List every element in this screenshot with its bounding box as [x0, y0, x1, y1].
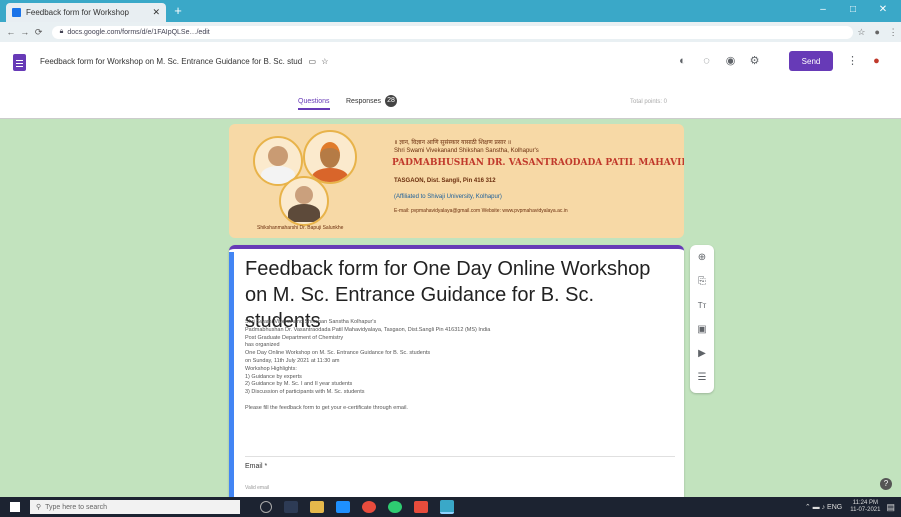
customize-theme-icon[interactable]: ◐: [676, 55, 689, 68]
clock-date: 11-07-2021: [850, 507, 881, 513]
responses-count-badge: 28: [385, 95, 397, 107]
tray-icons[interactable]: ⌃ ▬ ♪ ENG: [805, 503, 842, 511]
folder-icon[interactable]: ▭: [308, 57, 316, 66]
taskbar-search-box[interactable]: ⚲ Type here to search: [30, 500, 240, 514]
browser-taskbar-icon[interactable]: [440, 500, 454, 514]
google-forms-icon[interactable]: [13, 54, 26, 71]
minimize-button[interactable]: –: [815, 3, 831, 17]
browser-tab-bar: Feedback form for Workshop ✕ + – □ ✕: [0, 0, 901, 22]
star-icon[interactable]: ☆: [853, 27, 869, 38]
app-icon-green[interactable]: [388, 501, 402, 513]
portrait-medallion-right: [303, 130, 357, 184]
tab-questions[interactable]: Questions: [298, 98, 330, 110]
banner-line1: ॥ ज्ञान, विज्ञान आणि सुसंस्कार यासाठी शि…: [394, 140, 512, 146]
form-doc-title[interactable]: Feedback form for Workshop on M. Sc. Ent…: [40, 57, 328, 66]
send-button[interactable]: Send: [789, 51, 833, 71]
profile-icon[interactable]: ●: [869, 27, 885, 37]
form-description[interactable]: Shri Swami Vivekanand Shikshan Sanstha K…: [245, 319, 675, 413]
add-section-icon[interactable]: ☰: [695, 371, 709, 385]
windows-start-icon[interactable]: [10, 502, 20, 512]
new-tab-button[interactable]: +: [170, 4, 186, 18]
maximize-button[interactable]: □: [845, 3, 861, 17]
import-questions-icon[interactable]: ⎘: [695, 275, 709, 289]
banner-line3: TASGAON, Dist. Sangli, Pin 416 312: [394, 178, 496, 184]
banner-founder: Shikshanmaharshi Dr. Bapuji Salunkhe: [257, 225, 344, 231]
browser-tab[interactable]: Feedback form for Workshop ✕: [6, 3, 166, 22]
preview-eye-icon[interactable]: ◉: [724, 55, 737, 68]
add-question-icon[interactable]: ⊕: [695, 251, 709, 265]
account-avatar[interactable]: ●: [870, 55, 883, 68]
task-view-icon[interactable]: [284, 501, 298, 513]
file-explorer-icon[interactable]: [310, 501, 324, 513]
address-bar[interactable]: 🔒︎ docs.google.com/forms/d/e/1FAIpQLSe…/…: [51, 25, 854, 39]
palette-icon[interactable]: ◌: [700, 55, 713, 68]
forms-favicon-icon: [12, 8, 21, 17]
selected-card-indicator: [229, 252, 234, 502]
help-icon[interactable]: ?: [880, 478, 892, 490]
chrome-icon[interactable]: [362, 501, 376, 513]
star-outline-icon[interactable]: ☆: [321, 57, 328, 66]
tab-responses[interactable]: Responses: [346, 98, 381, 105]
add-video-icon[interactable]: ▶: [695, 347, 709, 361]
app-icon-red[interactable]: [414, 501, 428, 513]
more-options-icon[interactable]: ⋮: [846, 55, 859, 68]
close-tab-icon[interactable]: ✕: [152, 7, 160, 18]
settings-gear-icon[interactable]: ⚙: [748, 55, 761, 68]
cortana-icon[interactable]: [260, 501, 272, 513]
lock-icon: 🔒︎: [59, 28, 64, 35]
email-question-label[interactable]: Email *: [245, 463, 267, 470]
system-tray: ⌃ ▬ ♪ ENG 11:24 PM 11-07-2021 ▤: [805, 497, 901, 517]
close-window-button[interactable]: ✕: [875, 3, 891, 17]
notifications-icon[interactable]: ▤: [886, 502, 895, 513]
add-image-icon[interactable]: ▣: [695, 323, 709, 337]
search-icon: ⚲: [36, 504, 42, 511]
email-hint: Valid email: [245, 485, 270, 491]
form-header-banner: Shikshanmaharshi Dr. Bapuji Salunkhe ॥ ज…: [229, 124, 684, 238]
floating-toolbar: ⊕ ⎘ Tт ▣ ▶ ☰: [690, 245, 714, 393]
banner-line5: E-mail: pvpmahavidyalaya@gmail.com Websi…: [394, 208, 568, 214]
url-text: docs.google.com/forms/d/e/1FAIpQLSe…/edi…: [67, 28, 210, 36]
menu-dots-icon[interactable]: ⋮: [885, 27, 901, 38]
banner-line2: Shri Swami Vivekanand Shikshan Sanstha, …: [394, 148, 539, 154]
banner-heading: PADMABHUSHAN DR. VASANTRAODADA PATIL MAH…: [392, 158, 684, 168]
taskbar-search-placeholder: Type here to search: [45, 503, 108, 511]
forward-icon[interactable]: →: [18, 27, 32, 37]
tab-title: Feedback form for Workshop: [26, 8, 130, 17]
add-title-icon[interactable]: Tт: [695, 299, 709, 313]
forms-header: Feedback form for Workshop on M. Sc. Ent…: [0, 42, 901, 119]
clock-time: 11:24 PM: [852, 500, 878, 506]
windows-taskbar: ⚲ Type here to search ⌃ ▬ ♪ ENG 11:24 PM…: [0, 497, 901, 517]
total-points: Total points: 0: [630, 99, 668, 105]
banner-line4: (Affiliated to Shivaji University, Kolha…: [394, 194, 502, 200]
portrait-medallion-bottom: [279, 176, 329, 226]
store-icon[interactable]: [336, 501, 350, 513]
back-icon[interactable]: ←: [4, 27, 18, 37]
card-divider: [245, 456, 675, 457]
reload-icon[interactable]: ⟳: [32, 27, 46, 38]
browser-nav-bar: ← → ⟳ 🔒︎ docs.google.com/forms/d/e/1FAIp…: [0, 22, 901, 42]
clock[interactable]: 11:24 PM 11-07-2021: [850, 500, 880, 514]
